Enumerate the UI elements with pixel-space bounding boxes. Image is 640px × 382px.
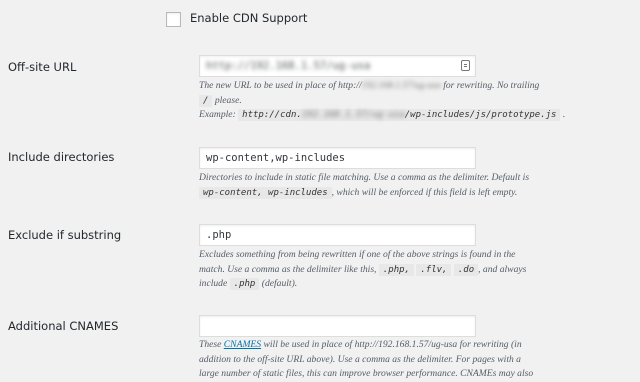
exclude-substring-description: Excludes something from being rewritten … <box>199 249 527 290</box>
include-directories-input[interactable]: wp-content,wp-includes <box>199 147 476 169</box>
slash-code: / <box>199 94 213 107</box>
cnames-link[interactable]: CNAMES <box>224 339 261 350</box>
include-directories-description: Directories to include in static file ma… <box>199 172 530 199</box>
exclude-substring-label: Exclude if substring <box>8 228 122 242</box>
autofill-key-icon[interactable] <box>461 60 470 71</box>
additional-cnames-description: These CNAMES will be used in place of ht… <box>199 339 534 379</box>
example-code: http://cdn.192.168.1.57/ug-usa/wp-includ… <box>238 109 561 121</box>
offsite-url-input[interactable]: http://192.168.1.57/ug-usa <box>199 55 476 77</box>
enable-cdn-checkbox[interactable] <box>166 12 181 27</box>
additional-cnames-label: Additional CNAMES <box>8 319 119 333</box>
offsite-url-description: The new URL to be used in place of http:… <box>199 80 566 121</box>
offsite-url-label: Off-site URL <box>8 60 77 74</box>
offsite-url-value: http://192.168.1.57/ug-usa <box>206 60 371 72</box>
enable-cdn-label: Enable CDN Support <box>190 11 308 25</box>
exclude-substring-input[interactable]: .php <box>199 224 476 246</box>
additional-cnames-input[interactable] <box>199 315 476 337</box>
include-directories-label: Include directories <box>8 150 115 164</box>
